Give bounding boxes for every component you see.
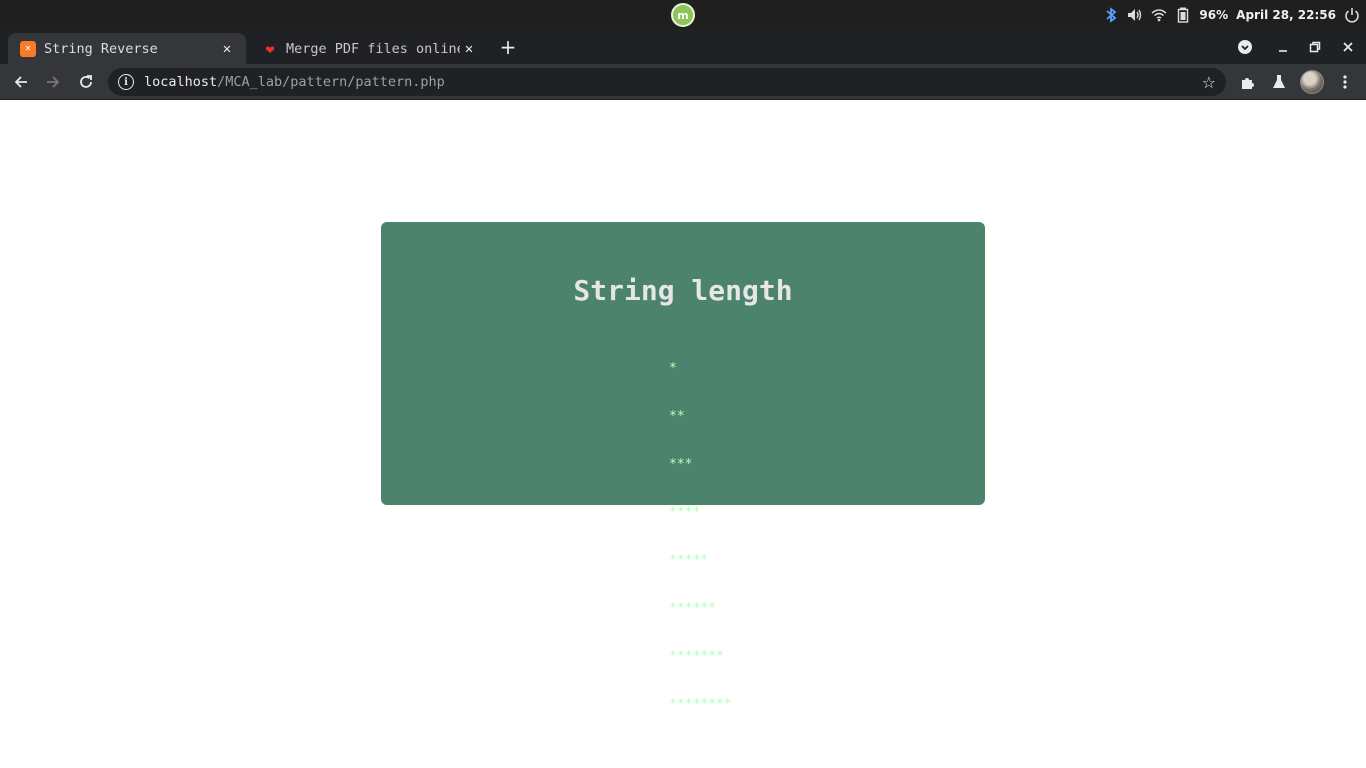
pattern-row: ****** bbox=[669, 601, 716, 616]
pattern-row: ******* bbox=[669, 649, 724, 664]
volume-icon[interactable] bbox=[1127, 7, 1143, 23]
pattern-row: ******** bbox=[669, 697, 732, 712]
heart-icon: ❤ bbox=[265, 39, 275, 58]
url-host: localhost bbox=[144, 74, 218, 90]
power-icon[interactable] bbox=[1344, 7, 1360, 23]
page-title: String length bbox=[573, 274, 793, 307]
close-tab-icon[interactable]: ✕ bbox=[218, 40, 236, 58]
battery-icon[interactable] bbox=[1175, 7, 1191, 23]
xampp-icon: ✕ bbox=[20, 40, 36, 57]
clock[interactable]: April 28, 22:56 bbox=[1236, 8, 1336, 22]
tab-merge-pdf[interactable]: ❤ Merge PDF files online. ✕ bbox=[250, 33, 488, 64]
back-button[interactable] bbox=[8, 69, 34, 95]
wifi-icon[interactable] bbox=[1151, 7, 1167, 23]
mint-logo-letter: m bbox=[677, 8, 689, 22]
forward-button[interactable] bbox=[40, 69, 66, 95]
close-window-button[interactable] bbox=[1333, 30, 1363, 64]
mint-menu-icon[interactable]: m bbox=[671, 3, 695, 27]
system-top-panel: m 96% April 28, 22:56 bbox=[0, 0, 1366, 30]
minimize-button[interactable] bbox=[1268, 30, 1298, 64]
tab-string-reverse[interactable]: ✕ String Reverse ✕ bbox=[8, 33, 246, 64]
reload-button[interactable] bbox=[73, 69, 99, 95]
pattern-card: String length * ** *** **** ***** ******… bbox=[381, 222, 985, 712]
battery-percent: 96% bbox=[1199, 8, 1229, 22]
system-tray: 96% April 28, 22:56 bbox=[1103, 0, 1360, 30]
close-tab-icon[interactable]: ✕ bbox=[460, 40, 478, 58]
pattern-row: ** bbox=[669, 409, 685, 424]
new-tab-button[interactable]: + bbox=[496, 35, 520, 59]
pattern-row: ***** bbox=[669, 553, 709, 568]
pattern-row: * bbox=[669, 361, 677, 376]
page-content: String length * ** *** **** ***** ******… bbox=[0, 101, 1366, 768]
star-pattern: * ** *** **** ***** ****** ******* *****… bbox=[669, 329, 732, 745]
tab-search-button[interactable] bbox=[1230, 30, 1260, 64]
url-text[interactable]: localhost/MCA_lab/pattern/pattern.php bbox=[144, 74, 1202, 90]
restore-button[interactable] bbox=[1300, 30, 1330, 64]
pattern-row: **** bbox=[669, 505, 701, 520]
address-bar[interactable]: i localhost/MCA_lab/pattern/pattern.php … bbox=[108, 68, 1226, 96]
profile-avatar[interactable] bbox=[1300, 70, 1324, 94]
extensions-icon[interactable] bbox=[1235, 69, 1261, 95]
site-info-icon[interactable]: i bbox=[118, 74, 134, 90]
tab-title: Merge PDF files online. bbox=[286, 40, 460, 57]
tab-title: String Reverse bbox=[44, 40, 158, 57]
browser-toolbar: i localhost/MCA_lab/pattern/pattern.php … bbox=[0, 64, 1366, 100]
url-path: /MCA_lab/pattern/pattern.php bbox=[217, 74, 445, 90]
pattern-row: *** bbox=[669, 457, 693, 472]
tab-strip: ✕ String Reverse ✕ ❤ Merge PDF files onl… bbox=[0, 30, 1366, 64]
labs-flask-icon[interactable] bbox=[1266, 69, 1292, 95]
menu-kebab-icon[interactable] bbox=[1332, 69, 1358, 95]
bluetooth-icon[interactable] bbox=[1103, 7, 1119, 23]
bookmark-star-icon[interactable]: ☆ bbox=[1202, 73, 1216, 92]
